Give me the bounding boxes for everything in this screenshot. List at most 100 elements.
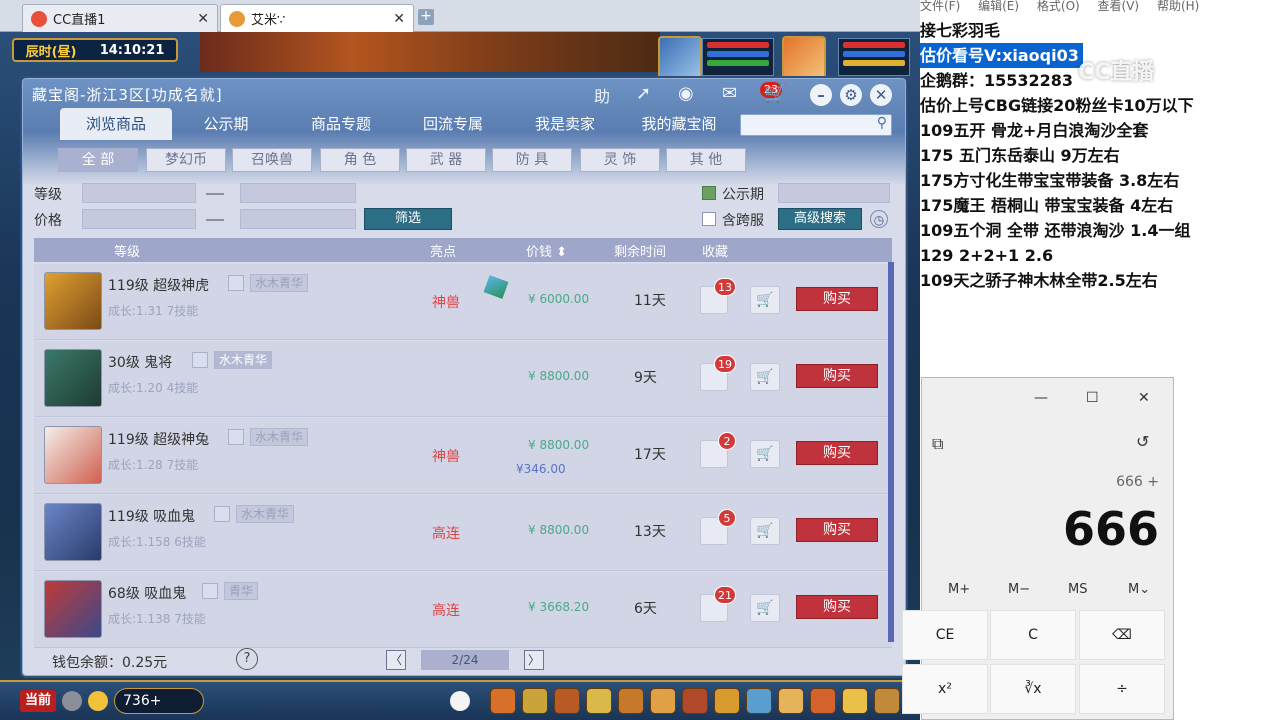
- memory-store-button[interactable]: MS: [1068, 582, 1087, 597]
- server-select[interactable]: [778, 183, 890, 203]
- filter-button[interactable]: 筛选: [364, 208, 452, 230]
- tab-cc-live[interactable]: CC直播1 ✕: [22, 4, 218, 32]
- skill-hotkey-5-icon[interactable]: [618, 688, 644, 714]
- tab-close-icon[interactable]: ✕: [393, 11, 405, 27]
- buy-button[interactable]: 购买: [796, 595, 878, 619]
- buy-button[interactable]: 购买: [796, 364, 878, 388]
- skill-hotkey-12-icon[interactable]: [842, 688, 868, 714]
- level-max-input[interactable]: [240, 183, 356, 203]
- category-accessory[interactable]: 灵 饰: [580, 148, 660, 172]
- menu-view[interactable]: 查看(V): [1098, 0, 1140, 13]
- keep-on-top-icon[interactable]: ⧉: [932, 434, 943, 454]
- category-other[interactable]: 其 他: [666, 148, 746, 172]
- pet-face-icon[interactable]: [450, 691, 470, 711]
- settings-gear-icon[interactable]: ⚙: [840, 84, 862, 106]
- public-period-checkbox[interactable]: [702, 186, 716, 200]
- skill-hotkey-3-icon[interactable]: [554, 688, 580, 714]
- level-min-input[interactable]: [82, 183, 196, 203]
- new-tab-button[interactable]: +: [418, 9, 434, 25]
- skill-hotkey-7-icon[interactable]: [682, 688, 708, 714]
- cube-root-button[interactable]: ∛x: [990, 664, 1076, 714]
- add-to-cart-icon[interactable]: 🛒: [750, 363, 780, 391]
- tab-close-icon[interactable]: ✕: [197, 11, 209, 27]
- category-role[interactable]: 角 色: [320, 148, 400, 172]
- tab-topics[interactable]: 商品专题: [286, 108, 396, 140]
- add-to-cart-icon[interactable]: 🛒: [750, 517, 780, 545]
- category-armor[interactable]: 防 具: [492, 148, 572, 172]
- list-scrollbar[interactable]: [888, 262, 894, 642]
- header-collect[interactable]: 收藏: [702, 241, 728, 260]
- minimize-button[interactable]: –: [810, 84, 832, 106]
- cross-server-checkbox[interactable]: [702, 212, 716, 226]
- clear-entry-button[interactable]: CE: [902, 610, 988, 660]
- clock-icon[interactable]: ◷: [870, 210, 888, 228]
- pet-avatar[interactable]: [44, 426, 102, 484]
- tab-returning[interactable]: 回流专属: [398, 108, 508, 140]
- skill-hotkey-9-icon[interactable]: [746, 688, 772, 714]
- memory-add-button[interactable]: M+: [948, 582, 970, 597]
- category-weapon[interactable]: 武 器: [406, 148, 486, 172]
- skill-hotkey-10-icon[interactable]: [778, 688, 804, 714]
- memory-list-button[interactable]: M⌄: [1128, 582, 1150, 597]
- message-icon[interactable]: ✉: [722, 83, 737, 104]
- table-row[interactable]: 68级 吸血鬼 青华 成长:1.138 7技能 高连 ¥ 3668.20 6天 …: [34, 572, 892, 648]
- chat-channel-button[interactable]: 当前: [20, 690, 56, 712]
- tab-browse[interactable]: 浏览商品: [60, 108, 172, 140]
- pet-avatar[interactable]: [44, 272, 102, 330]
- cart-icon[interactable]: 🛒: [764, 83, 786, 104]
- favorite-button[interactable]: 5: [700, 509, 736, 545]
- clear-button[interactable]: C: [990, 610, 1076, 660]
- favorite-button[interactable]: 19: [700, 355, 736, 391]
- emoji-icon[interactable]: [88, 691, 108, 711]
- help-icon[interactable]: 助: [594, 83, 610, 107]
- menu-help[interactable]: 帮助(H): [1157, 0, 1199, 13]
- search-input[interactable]: ⚲: [740, 114, 892, 136]
- price-max-input[interactable]: [240, 209, 356, 229]
- prev-page-button[interactable]: 〈: [386, 650, 406, 670]
- tab-public[interactable]: 公示期: [176, 108, 276, 140]
- buy-button[interactable]: 购买: [796, 287, 878, 311]
- menu-file[interactable]: 文件(F): [920, 0, 960, 13]
- add-to-cart-icon[interactable]: 🛒: [750, 594, 780, 622]
- header-remaining[interactable]: 剩余时间: [614, 241, 666, 260]
- pet-avatar[interactable]: [44, 503, 102, 561]
- pet-portrait[interactable]: [658, 36, 702, 80]
- history-icon[interactable]: ↺: [1136, 432, 1149, 451]
- tab-seller[interactable]: 我是卖家: [510, 108, 620, 140]
- memory-subtract-button[interactable]: M−: [1008, 582, 1030, 597]
- skill-hotkey-1-icon[interactable]: [490, 688, 516, 714]
- favorite-button[interactable]: 2: [700, 432, 736, 468]
- divide-button[interactable]: ÷: [1079, 664, 1165, 714]
- category-currency[interactable]: 梦幻币: [146, 148, 226, 172]
- favorite-button[interactable]: 21: [700, 586, 736, 622]
- table-row[interactable]: 119级 超级神虎 水木青华 成长:1.31 7技能 神兽 ¥ 6000.00 …: [34, 264, 892, 340]
- pet-avatar[interactable]: [44, 580, 102, 638]
- buy-button[interactable]: 购买: [796, 441, 878, 465]
- search-icon[interactable]: ⚲: [877, 115, 887, 131]
- add-to-cart-icon[interactable]: 🛒: [750, 286, 780, 314]
- skill-hotkey-2-icon[interactable]: [522, 688, 548, 714]
- record-icon[interactable]: ◉: [678, 83, 694, 104]
- page-indicator[interactable]: 2/24: [421, 650, 509, 670]
- category-all[interactable]: 全 部: [58, 148, 138, 172]
- skill-hotkey-13-icon[interactable]: [874, 688, 900, 714]
- favorite-button[interactable]: 13: [700, 278, 736, 314]
- minimize-button[interactable]: —: [1034, 390, 1048, 406]
- header-level[interactable]: 等级: [114, 241, 140, 260]
- price-min-input[interactable]: [82, 209, 196, 229]
- menu-format[interactable]: 格式(O): [1037, 0, 1080, 13]
- close-button[interactable]: ✕: [870, 84, 892, 106]
- buy-button[interactable]: 购买: [796, 518, 878, 542]
- skill-hotkey-11-icon[interactable]: [810, 688, 836, 714]
- close-button[interactable]: ✕: [1138, 390, 1150, 406]
- skill-hotkey-6-icon[interactable]: [650, 688, 676, 714]
- advanced-search-button[interactable]: 高级搜索: [778, 208, 862, 230]
- header-price[interactable]: 价钱 ⬍: [526, 241, 567, 260]
- share-icon[interactable]: ➚: [636, 83, 651, 104]
- tab-game[interactable]: 艾米∵ ✕: [220, 4, 414, 32]
- table-row[interactable]: 119级 吸血鬼 水木青华 成长:1.158 6技能 高连 ¥ 8800.00 …: [34, 495, 892, 571]
- add-to-cart-icon[interactable]: 🛒: [750, 440, 780, 468]
- category-pet[interactable]: 召唤兽: [232, 148, 312, 172]
- maximize-button[interactable]: ☐: [1086, 390, 1099, 406]
- microphone-icon[interactable]: [62, 691, 82, 711]
